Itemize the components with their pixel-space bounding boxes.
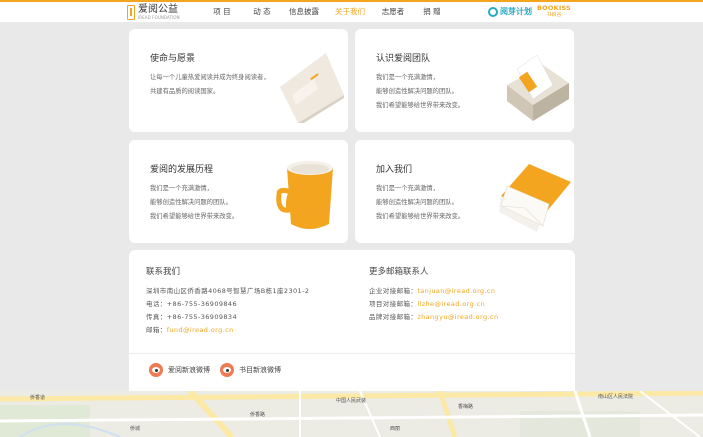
nav-news[interactable]: 动 态 [244,2,280,22]
contact-divider [129,353,575,354]
more-contacts-title: 更多邮箱联系人 [369,267,429,277]
card-team[interactable]: 认识爱阅团队 我们是一个充满激情， 能够创造性解决问题的团队。 我们希望能够给世… [355,29,574,132]
iread-weibo-link[interactable]: 爱阅新浪微博 [149,363,210,377]
shumu-weibo-link[interactable]: 书目新浪微博 [220,363,281,377]
nav-disclosure[interactable]: 信息披露 [280,2,328,22]
contact-title: 联系我们 [146,267,181,277]
map-label: 侨城 [130,426,141,432]
envelope-mockup-icon [499,164,571,232]
contact-section: 联系我们 深圳市南山区侨香路4068号智慧广场B栋1座2301-2 电话：+86… [129,250,575,391]
yueya-logo-icon [488,6,498,17]
logo-name: 爱阅公益 [138,3,178,15]
card-title: 使命与愿景 [150,54,196,64]
card-history[interactable]: 爱阅的发展历程 我们是一个充满激情， 能够创造性解决问题的团队。 我们希望能够给… [129,140,348,243]
logo-book-icon [127,4,135,20]
partner-bookiss-sub: 书目谷 [546,11,562,18]
brand-email-link[interactable]: zhangyu@iread.org.cn [417,313,498,321]
partner-bookiss-link[interactable]: BOOKISS 书目谷 [537,5,571,18]
card-join[interactable]: 加入我们 我们是一个充满激情， 能够创造性解决问题的团队。 我们希望能够给世界带… [355,140,574,243]
mug-mockup-icon [276,161,333,229]
map-label: 南山区人民法院 [598,394,634,400]
nav-volunteer[interactable]: 志愿者 [372,2,414,22]
contact-corporate: 企业对接邮箱：tanjuan@iread.org.cn [369,287,496,295]
contact-email-link[interactable]: fund@iread.org.cn [167,326,234,334]
logo-subtitle: IREAD FOUNDATION [138,14,180,20]
card-title: 加入我们 [376,165,413,175]
card-desc: 我们是一个充满激情， 能够创造性解决问题的团队。 我们希望能够给世界带来改变。 [376,185,465,220]
card-desc: 我们是一个充满激情， 能够创造性解决问题的团队。 我们希望能够给世界带来改变。 [376,74,465,109]
site-logo[interactable]: 爱阅公益 IREAD FOUNDATION [127,4,180,20]
card-desc: 我们是一个充满激情， 能够创造性解决问题的团队。 我们希望能够给世界带来改变。 [150,185,239,220]
contact-project: 项目对接邮箱：lizhe@iread.org.cn [369,300,486,308]
map-label: 中国人民武装 [336,398,367,404]
partner-yueya-link[interactable]: 阅芽计划 [488,6,532,17]
weibo-icon [149,363,163,377]
map-label: 侨香道 [30,395,46,401]
map-label: 西丽 [390,426,401,432]
map-label: 侨香路 [250,412,266,418]
brochure-mockup-icon [280,53,344,123]
partner-yueya-label: 阅芽计划 [500,7,532,16]
contact-brand: 品牌对接邮箱：zhangyu@iread.org.cn [369,313,499,321]
business-card-box-icon [507,54,569,121]
map-label: 香梅路 [458,404,474,410]
main-nav: 项 目 动 态 信息披露 关于我们 志愿者 捐 赠 [200,2,450,22]
partner-bookiss-label: BOOKISS [537,4,571,12]
contact-email: 邮箱：fund@iread.org.cn [146,326,234,334]
project-email-link[interactable]: lizhe@iread.org.cn [417,300,485,308]
weibo-icon [220,363,234,377]
contact-fax: 传真：+86-755-36909834 [146,313,238,321]
contact-phone: 电话：+86-755-36909846 [146,300,238,308]
site-header: 爱阅公益 IREAD FOUNDATION 项 目 动 态 信息披露 关于我们 … [0,2,703,22]
contact-address: 深圳市南山区侨香路4068号智慧广场B栋1座2301-2 [146,287,310,295]
contact-details: 深圳市南山区侨香路4068号智慧广场B栋1座2301-2 电话：+86-755-… [146,285,309,337]
nav-donate[interactable]: 捐 赠 [414,2,450,22]
nav-projects[interactable]: 项 目 [200,2,244,22]
card-desc: 让每一个儿童热爱阅读并成为终身阅读者， 共建有品质的阅读国家。 [150,74,270,95]
more-contacts-list: 企业对接邮箱：tanjuan@iread.org.cn 项目对接邮箱：lizhe… [369,285,498,324]
corporate-email-link[interactable]: tanjuan@iread.org.cn [417,287,495,295]
card-mission[interactable]: 使命与愿景 让每一个儿童热爱阅读并成为终身阅读者， 共建有品质的阅读国家。 [129,29,348,132]
card-title: 爱阅的发展历程 [150,165,214,175]
nav-about[interactable]: 关于我们 [328,2,372,22]
location-map[interactable]: 侨香道 中国人民武装 侨香路 香梅路 侨城 西丽 南山区人民法院 [0,391,703,437]
card-title: 认识爱阅团队 [376,54,431,64]
